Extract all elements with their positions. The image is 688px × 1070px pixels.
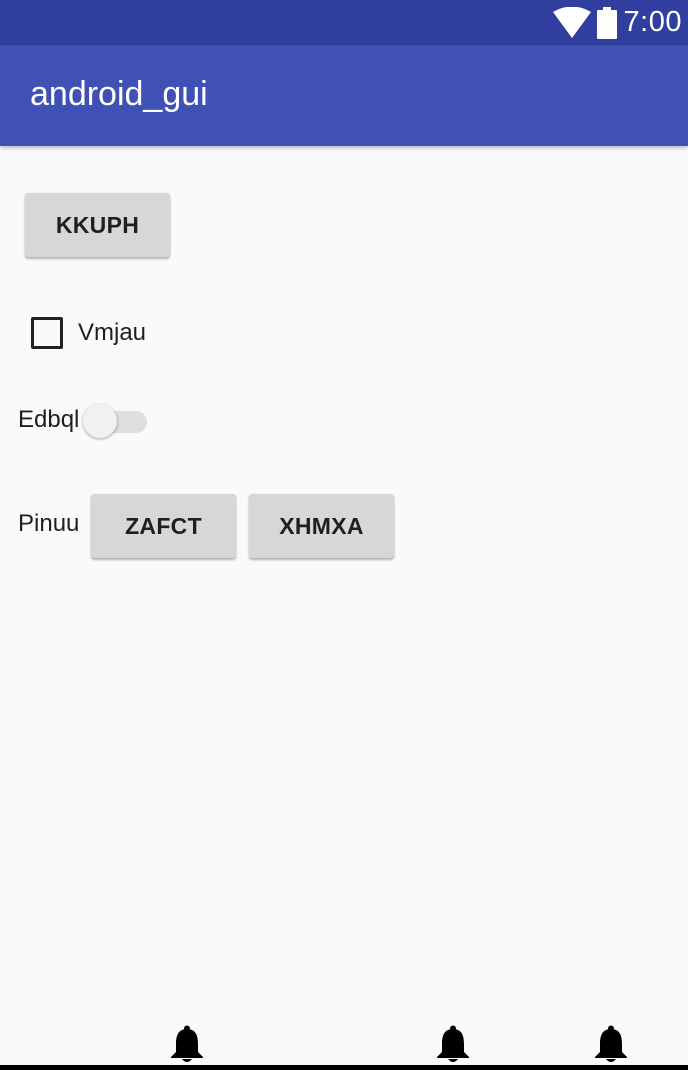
vmjau-checkbox-row[interactable]: Vmjau xyxy=(31,316,146,350)
bell-icon xyxy=(595,1025,627,1062)
bell-icon xyxy=(171,1025,203,1062)
battery-icon xyxy=(596,6,617,39)
status-icons: 7:00 xyxy=(552,0,682,45)
wifi-icon xyxy=(552,6,591,38)
app-title: android_gui xyxy=(30,75,208,113)
status-clock: 7:00 xyxy=(623,6,682,38)
zafct-button[interactable]: ZAFCT xyxy=(91,494,236,558)
bottom-edge xyxy=(0,1065,688,1070)
edbql-switch-thumb[interactable] xyxy=(83,404,117,438)
vmjau-checkbox[interactable] xyxy=(31,317,63,349)
status-bar: 7:00 xyxy=(0,0,688,45)
button-group-label: Pinuu xyxy=(18,510,80,537)
bell-icon xyxy=(437,1025,469,1062)
app-bar: android_gui xyxy=(0,45,688,146)
checkbox-label: Vmjau xyxy=(78,319,147,346)
switch-label: Edbql xyxy=(18,406,80,433)
xhmxa-button[interactable]: XHMXA xyxy=(249,494,394,558)
kkuph-button[interactable]: KKUPH xyxy=(25,193,170,257)
